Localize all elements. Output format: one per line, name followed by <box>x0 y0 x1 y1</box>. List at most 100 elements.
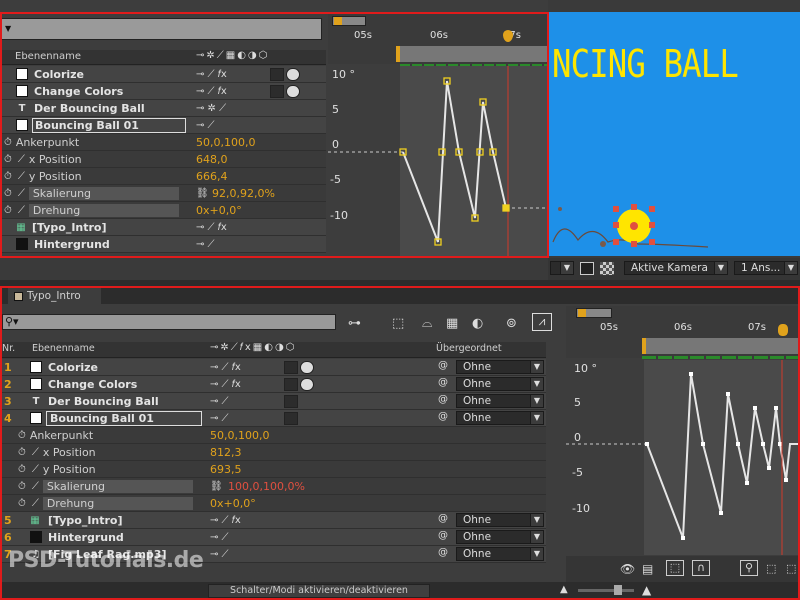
stopwatch-icon[interactable]: ⏱ <box>4 154 12 165</box>
work-area-handle[interactable] <box>334 17 342 25</box>
property-value[interactable]: 666,4 <box>196 170 228 183</box>
layer-switches[interactable]: ⊸ ⟋ <box>210 532 229 543</box>
switch-box[interactable] <box>300 377 314 391</box>
graph-icon[interactable]: ⟋ <box>18 171 25 182</box>
snap-icon[interactable]: ∩ <box>692 560 710 576</box>
layer-switches[interactable]: ⊸ ⟋ <box>210 396 229 407</box>
pickwhip-icon[interactable]: @ <box>438 530 448 541</box>
layer-row[interactable]: 6 Hintergrund ⊸ ⟋ Ohne ▼ @ <box>0 529 546 546</box>
property-value[interactable]: 648,0 <box>196 153 228 166</box>
show-transform-box-icon[interactable]: ⬚ <box>666 560 684 576</box>
parent-dropdown[interactable]: Ohne ▼ <box>456 530 544 544</box>
switch-box[interactable] <box>284 377 298 391</box>
layer-switches[interactable]: ⊸ ⟋ 𝑓x <box>210 379 241 390</box>
layer-name-header[interactable]: Ebenenname <box>32 343 95 354</box>
work-area-range[interactable] <box>642 338 800 354</box>
layer-row[interactable]: 3 T Der Bouncing Ball ⊸ ⟋ Ohne ▼ @ <box>0 393 546 410</box>
layer-switches[interactable]: ⊸ ⟋ 𝑓x <box>210 362 241 373</box>
bottom-time-ruler[interactable]: 05s 06s 07s <box>566 306 800 358</box>
stopwatch-icon[interactable]: ⏱ <box>4 171 12 182</box>
top-time-ruler[interactable]: 05s 06s 07s <box>328 14 548 64</box>
parent-header[interactable]: Übergeordnet <box>436 343 502 354</box>
collapse-arrow-icon[interactable]: ▼ <box>5 24 11 33</box>
nr-header[interactable]: Nr. <box>2 343 15 354</box>
shy-layers-icon[interactable]: ⌓ <box>422 316 432 331</box>
stopwatch-icon[interactable]: ⏱ <box>4 205 12 216</box>
stopwatch-icon[interactable]: ⏱ <box>4 188 12 199</box>
switch-box[interactable] <box>300 360 314 374</box>
property-row[interactable]: ⏱ ⟋ x Position 648,0 <box>0 151 326 168</box>
property-row[interactable]: ⏱ Ankerpunkt 50,0,100,0 <box>0 427 546 444</box>
work-area-handle[interactable] <box>578 309 586 317</box>
graph-icon[interactable]: ⟋ <box>32 498 39 509</box>
layer-switches[interactable]: ⊸ ⟋ 𝑓x <box>196 222 227 233</box>
layer-row[interactable]: T Der Bouncing Ball ⊸ ✲ ⟋ <box>0 100 326 117</box>
layer-switches[interactable]: ⊸ ⟋ <box>196 120 215 131</box>
camera-dropdown[interactable]: Aktive Kamera ▼ <box>624 261 728 275</box>
property-value[interactable]: 812,3 <box>210 446 242 459</box>
stopwatch-icon[interactable]: ⏱ <box>18 447 26 458</box>
property-value[interactable]: 0x+0,0° <box>210 497 256 510</box>
toggle-switches-modes-button[interactable]: Schalter/Modi aktivieren/deaktivieren <box>208 584 430 598</box>
parent-dropdown[interactable]: Ohne ▼ <box>456 547 544 561</box>
property-row[interactable]: ⏱ ⟋ y Position 666,4 <box>0 168 326 185</box>
property-value[interactable]: 50,0,100,0 <box>210 429 269 442</box>
range-start-handle[interactable] <box>642 338 646 354</box>
fit-all-icon[interactable]: ⬚ <box>766 562 776 575</box>
parent-dropdown[interactable]: Ohne ▼ <box>456 513 544 527</box>
layer-switches[interactable]: ⊸ ⟋ <box>210 549 229 560</box>
motion-blur-icon[interactable]: ◐ <box>472 316 483 331</box>
pickwhip-icon[interactable]: @ <box>438 360 448 371</box>
region-icon[interactable] <box>580 262 594 275</box>
pickwhip-icon[interactable]: @ <box>438 411 448 422</box>
property-row[interactable]: ⏱ ⟋ Drehung 0x+0,0° <box>0 495 546 512</box>
layer-row[interactable]: Change Colors ⊸ ⟋ 𝑓x <box>0 83 326 100</box>
graph-icon[interactable]: ⟋ <box>32 464 39 475</box>
composition-preview[interactable]: NCING BALL <box>548 12 800 256</box>
switch-box[interactable] <box>286 84 300 98</box>
eye-icon[interactable]: 👁 <box>620 562 635 576</box>
transparency-grid-icon[interactable] <box>600 262 614 275</box>
layer-switches[interactable]: ⊸ ⟋ <box>210 413 229 424</box>
layer-row[interactable]: 1 Colorize ⊸ ⟋ 𝑓x Ohne ▼ @ <box>0 359 546 376</box>
layer-row[interactable]: 2 Change Colors ⊸ ⟋ 𝑓x Ohne ▼ @ <box>0 376 546 393</box>
zoom-in-mountain-icon[interactable]: ▲ <box>642 583 651 597</box>
graph-icon[interactable]: ⟋ <box>32 447 39 458</box>
tab-typo-intro[interactable]: Typo_Intro <box>8 288 101 304</box>
comp-flowchart-icon[interactable]: ⊶ <box>348 316 361 331</box>
layer-row-selected[interactable]: Bouncing Ball 01 ⊸ ⟋ <box>0 117 326 134</box>
switch-box[interactable] <box>284 360 298 374</box>
layer-switches[interactable]: ⊸ ⟋ 𝑓x <box>196 86 227 97</box>
parent-dropdown[interactable]: Ohne ▼ <box>456 411 544 425</box>
layer-row[interactable]: Hintergrund ⊸ ⟋ <box>0 236 326 253</box>
property-row[interactable]: ⏱ ⟋ x Position 812,3 <box>0 444 546 461</box>
property-row[interactable]: ⏱ Ankerpunkt 50,0,100,0 <box>0 134 326 151</box>
layer-row[interactable]: 4 Bouncing Ball 01 ⊸ ⟋ Ohne ▼ @ <box>0 410 546 427</box>
stopwatch-icon[interactable]: ⏱ <box>18 464 26 475</box>
parent-dropdown[interactable]: Ohne ▼ <box>456 377 544 391</box>
layer-name-header[interactable]: Ebenenname <box>15 51 81 62</box>
stopwatch-icon[interactable]: ⏱ <box>18 430 26 441</box>
property-value[interactable]: 0x+0,0° <box>196 204 242 217</box>
property-row[interactable]: ⏱ ⟋ Skalierung ⛓ 92,0,92,0% <box>0 185 326 202</box>
link-icon[interactable]: ⛓ <box>210 481 223 492</box>
property-row[interactable]: ⏱ ⟋ Skalierung ⛓ 100,0,100,0% <box>0 478 546 495</box>
top-graph-curve[interactable] <box>328 66 548 256</box>
property-row[interactable]: ⏱ ⟋ Drehung 0x+0,0° <box>0 202 326 219</box>
layer-row[interactable]: 5 ▦ [Typo_Intro] ⊸ ⟋ 𝑓x Ohne ▼ @ <box>0 512 546 529</box>
graph-editor-icon[interactable]: ⩘ <box>532 313 552 331</box>
layer-switches[interactable]: ⊸ ⟋ 𝑓x <box>210 515 241 526</box>
link-icon[interactable]: ⛓ <box>196 188 209 199</box>
zoom-fit-icon[interactable]: ⚲ <box>740 560 758 576</box>
property-value[interactable]: 50,0,100,0 <box>196 136 255 149</box>
layer-row[interactable]: Colorize ⊸ ⟋ 𝑓x <box>0 66 326 83</box>
parent-dropdown[interactable]: Ohne ▼ <box>456 394 544 408</box>
brainstorm-icon[interactable]: ⊚ <box>506 316 517 331</box>
search-input[interactable]: ⚲▾ <box>2 314 336 330</box>
layer-switches[interactable]: ⊸ ⟋ <box>196 239 215 250</box>
keyframes[interactable] <box>399 77 510 246</box>
switch-box[interactable] <box>284 394 298 408</box>
frame-blending-icon[interactable]: ▦ <box>446 316 458 331</box>
property-row[interactable]: ⏱ ⟋ y Position 693,5 <box>0 461 546 478</box>
parent-dropdown[interactable]: Ohne ▼ <box>456 360 544 374</box>
